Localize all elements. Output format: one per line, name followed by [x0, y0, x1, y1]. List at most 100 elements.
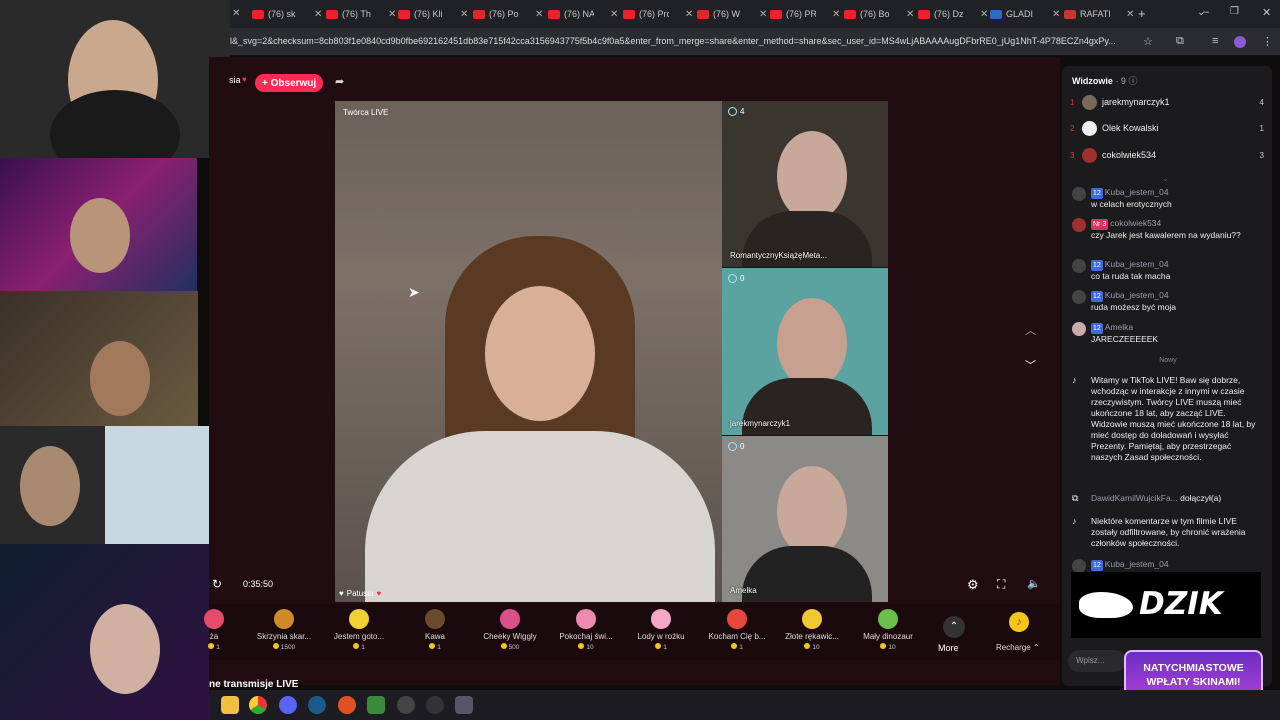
chat-input[interactable]: Wpisz...	[1068, 650, 1126, 672]
browser-tab[interactable]: RAFATI ✕	[1064, 4, 1134, 24]
fullscreen-icon[interactable]: ⛶	[997, 577, 1005, 592]
chat-message-partial: 12 Kuba_jestem_04	[1072, 559, 1264, 573]
follow-button[interactable]: + Obserwuj	[255, 74, 324, 92]
join-user[interactable]: DawidKamilWujcikFa...	[1091, 493, 1178, 503]
app-icon[interactable]	[397, 696, 415, 714]
gift-item[interactable]: Skrzynia skar... 1500	[249, 607, 319, 651]
gift-item[interactable]: ża 1	[179, 607, 249, 651]
top-viewer-row[interactable]: 3 cokolwiek534 3	[1070, 144, 1264, 166]
profile-avatar-icon[interactable]	[1234, 36, 1246, 48]
bookmark-star-icon[interactable]: ☆	[1143, 35, 1153, 48]
more-label[interactable]: More	[938, 643, 959, 653]
screen: ✕ (76) sk ✕ (76) Th ✕ (76) Kli ✕ (76) Po ✕ (76) …	[0, 0, 1280, 720]
viewer-name: cokolwiek534	[1102, 150, 1157, 160]
app-icon[interactable]	[338, 696, 356, 714]
browser-tab[interactable]: (76) Bo ✕	[844, 4, 914, 24]
close-window-icon[interactable]: ✕	[1262, 6, 1271, 19]
browser-tab[interactable]: (76) Pro ✕	[623, 4, 693, 24]
close-tab-icon[interactable]: ✕	[232, 8, 240, 19]
chevron-down-icon[interactable]: ⌄	[1162, 174, 1169, 183]
extensions-icon[interactable]: ⧉	[1176, 35, 1184, 48]
webcam-3	[0, 291, 198, 426]
close-tab-icon[interactable]: ✕	[1126, 9, 1134, 20]
webcam-5	[0, 544, 209, 720]
browser-tab[interactable]: (76) Po ✕	[473, 4, 543, 24]
browser-tab[interactable]: (76) sk ✕	[252, 4, 322, 24]
media-control-icon[interactable]: ≡	[1212, 35, 1218, 47]
browser-tab[interactable]: GLADI ✕	[990, 4, 1060, 24]
xbox-icon[interactable]	[367, 696, 385, 714]
chrome-icon[interactable]	[249, 696, 267, 714]
browser-tab[interactable]: (76) PR ✕	[770, 4, 840, 24]
gift-price-value: 1	[361, 644, 365, 651]
close-tab-icon[interactable]: ✕	[685, 9, 693, 20]
more-gifts-button[interactable]: ⌃	[943, 616, 965, 638]
close-tab-icon[interactable]: ✕	[832, 9, 840, 20]
close-tab-icon[interactable]: ✕	[980, 9, 988, 20]
share-icon[interactable]: ➦	[335, 75, 344, 88]
address-bar[interactable]: l&_svg=2&checksum=8cb803f1e0840cd9b0fbe6…	[230, 28, 1280, 56]
url-text[interactable]: l&_svg=2&checksum=8cb803f1e0840cd9b0fbe6…	[230, 36, 1135, 46]
volume-icon[interactable]: 🔈	[1027, 577, 1041, 590]
new-tab-icon[interactable]: +	[1138, 6, 1146, 21]
gift-icon	[878, 609, 898, 629]
gift-item[interactable]: Lody w rożku 1	[626, 607, 696, 651]
browser-tab[interactable]: (76) W ✕	[697, 4, 767, 24]
gift-item[interactable]: Kawa 1	[400, 607, 470, 651]
gift-item[interactable]: Złote rękawic... 10	[777, 607, 847, 651]
avatar[interactable]	[1072, 187, 1086, 201]
settings-icon[interactable]: ⚙	[967, 577, 979, 593]
browser-tab[interactable]: (76) NA ✕	[548, 4, 618, 24]
youtube-icon	[252, 9, 264, 19]
close-tab-icon[interactable]: ✕	[460, 9, 468, 20]
chat-username[interactable]: cokolwiek534	[1110, 218, 1161, 228]
refresh-icon[interactable]: ↻	[212, 577, 222, 591]
recharge-label[interactable]: Recharge	[996, 643, 1031, 652]
avatar[interactable]	[1072, 290, 1086, 304]
recharge-button[interactable]: Recharge ⌃	[996, 643, 1040, 652]
gift-item[interactable]: Mały dinozaur 10	[853, 607, 923, 651]
browser-tab[interactable]: (76) Kli ✕	[398, 4, 468, 24]
coin-icon[interactable]: ♪	[1009, 612, 1029, 632]
browser-tab[interactable]: (76) Th ✕	[326, 4, 396, 24]
close-tab-icon[interactable]: ✕	[759, 9, 767, 20]
gift-item[interactable]: Cheeky Wiggly 500	[475, 607, 545, 651]
close-tab-icon[interactable]: ✕	[1052, 9, 1060, 20]
close-tab-icon[interactable]: ✕	[610, 9, 618, 20]
settings-icon[interactable]	[455, 696, 473, 714]
guest-tile[interactable]: 0 jarekmynarczyk1	[722, 268, 888, 435]
scroll-down-icon[interactable]: ﹀	[1025, 357, 1036, 373]
discord-icon[interactable]	[279, 696, 297, 714]
guest-tile[interactable]: 0 Amelka	[722, 436, 888, 602]
top-viewer-row[interactable]: 2 Olek Kowalski 1	[1070, 117, 1264, 139]
avatar[interactable]	[1072, 322, 1086, 336]
close-tab-icon[interactable]: ✕	[906, 9, 914, 20]
scroll-up-icon[interactable]: ︿	[1025, 322, 1036, 338]
close-tab-icon[interactable]: ✕	[388, 9, 396, 20]
gift-price-value: 10	[888, 644, 896, 651]
info-icon[interactable]: ⓘ	[1128, 76, 1137, 86]
gift-item[interactable]: Kocham Cię b... 1	[702, 607, 772, 651]
guest-tile[interactable]: 4 RomantycznyKsiążęMeta...	[722, 101, 888, 267]
browser-menu-icon[interactable]: ⋮	[1262, 35, 1273, 48]
avatar[interactable]	[1072, 259, 1086, 273]
browser-tab[interactable]: (76) Dz ✕	[918, 4, 988, 24]
chat-username[interactable]: Amelka	[1105, 322, 1133, 332]
viewer-name: jarekmynarczyk1	[1102, 97, 1170, 107]
gift-item[interactable]: Pokochaj świ... 10	[551, 607, 621, 651]
top-viewer-row[interactable]: 1 jarekmynarczyk1 4	[1070, 91, 1264, 113]
chat-username[interactable]: Kuba_jestem_04	[1105, 187, 1169, 197]
steam-icon[interactable]	[308, 696, 326, 714]
file-explorer-icon[interactable]	[221, 696, 239, 714]
eye-icon	[728, 442, 737, 451]
obs-icon[interactable]	[426, 696, 444, 714]
minimize-icon[interactable]: –	[1203, 6, 1209, 18]
host-video[interactable]: Twórca LIVE ♥ Patusia ♥	[335, 101, 722, 602]
close-tab-icon[interactable]: ✕	[535, 9, 543, 20]
gift-item[interactable]: Jestem goto... 1	[324, 607, 394, 651]
close-tab-icon[interactable]: ✕	[314, 9, 322, 20]
chat-username[interactable]: Kuba_jestem_04	[1105, 259, 1169, 269]
chat-username[interactable]: Kuba_jestem_04	[1105, 290, 1169, 300]
avatar[interactable]	[1072, 218, 1086, 232]
maximize-icon[interactable]: ❐	[1230, 6, 1239, 17]
